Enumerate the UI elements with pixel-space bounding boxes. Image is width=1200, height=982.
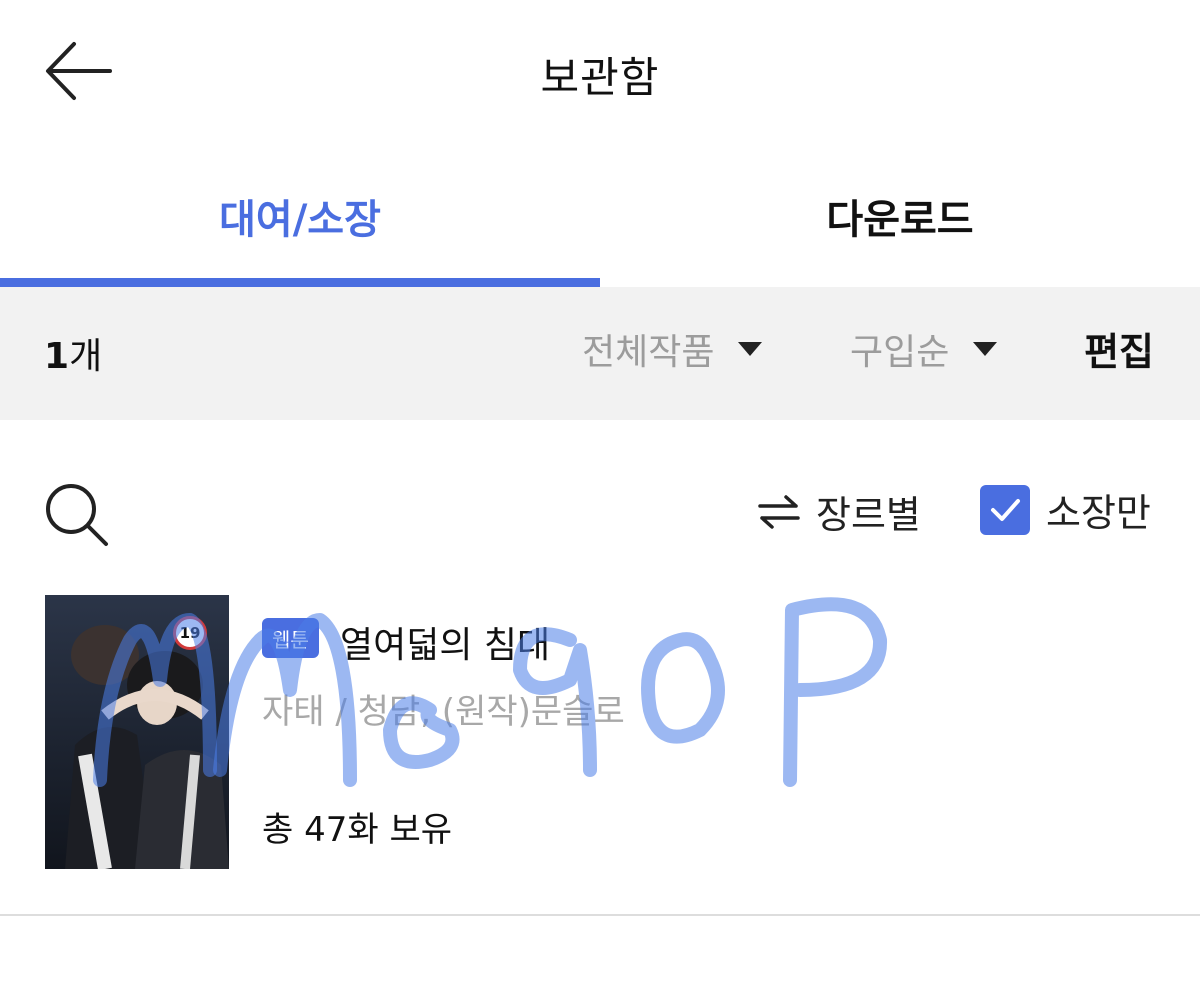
item-count-unit: 개 bbox=[69, 336, 103, 377]
active-tab-indicator bbox=[0, 278, 600, 287]
swap-arrows-icon bbox=[758, 494, 800, 529]
edit-button[interactable]: 편집 bbox=[1084, 321, 1154, 376]
checkbox-checked-icon bbox=[980, 484, 1030, 535]
caret-down-icon bbox=[738, 342, 763, 356]
sort-label: 구입순 bbox=[850, 332, 950, 373]
owned-only-label: 소장만 bbox=[1046, 491, 1151, 535]
genre-sort-button[interactable]: 장르별 bbox=[756, 484, 921, 539]
category-filter-dropdown[interactable]: 전체작품 bbox=[582, 323, 763, 375]
owned-only-checkbox[interactable]: 소장만 bbox=[980, 482, 1151, 537]
cover-image: 19 bbox=[45, 595, 229, 869]
tab-download[interactable]: 다운로드 bbox=[600, 145, 1200, 287]
sort-dropdown[interactable]: 구입순 bbox=[850, 323, 998, 375]
list-item[interactable]: 19 웹툰 열여덟의 침대 자태 / 청담, (원작)문슬로 총 47화 보유 bbox=[0, 592, 1200, 916]
tab-rental-owned[interactable]: 대여/소장 bbox=[0, 145, 600, 287]
item-count-number: 1 bbox=[44, 336, 70, 377]
list-toolbar: 장르별 소장만 bbox=[0, 420, 1200, 590]
tab-bar: 대여/소장 다운로드 bbox=[0, 145, 1200, 287]
type-badge: 웹툰 bbox=[262, 618, 319, 658]
item-episode-count: 총 47화 보유 bbox=[262, 810, 452, 850]
search-icon bbox=[46, 484, 108, 546]
filter-bar: 1개 전체작품 구입순 편집 bbox=[0, 287, 1200, 420]
checkmark-icon bbox=[991, 498, 1020, 521]
caret-down-icon bbox=[973, 342, 998, 356]
item-authors: 자태 / 청담, (원작)문슬로 bbox=[262, 692, 625, 732]
page-title: 보관함 bbox=[540, 53, 660, 102]
library-page: 보관함 대여/소장 다운로드 1개 전체작품 구입순 편집 장르별 소장만 19… bbox=[0, 0, 1200, 982]
category-filter-label: 전체작품 bbox=[582, 332, 715, 373]
header: 보관함 bbox=[0, 0, 1200, 145]
age-rating-badge: 19 bbox=[173, 616, 207, 650]
item-title: 열여덟의 침대 bbox=[340, 625, 551, 666]
genre-sort-label: 장르별 bbox=[816, 493, 921, 537]
search-button[interactable] bbox=[42, 480, 112, 550]
item-count: 1개 bbox=[44, 327, 102, 379]
